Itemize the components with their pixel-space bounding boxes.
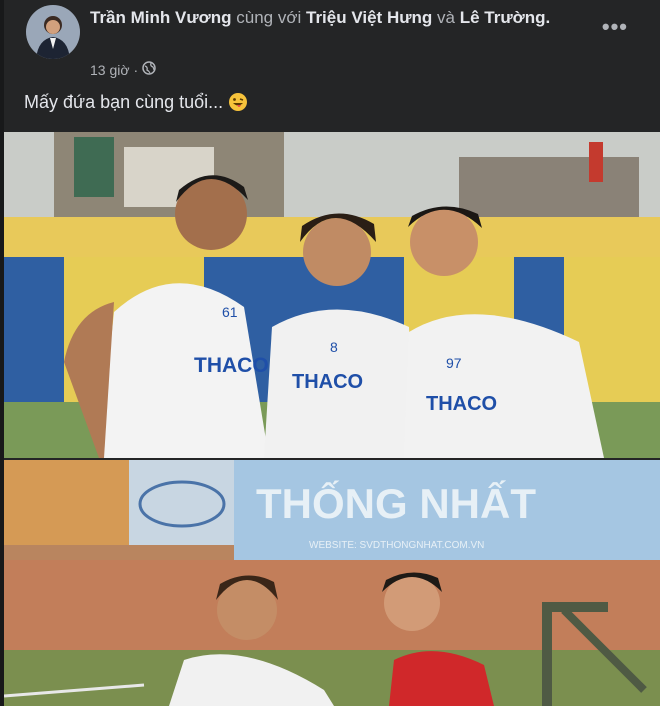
caption-text: Mấy đứa bạn cùng tuổi... bbox=[24, 92, 224, 112]
author-name[interactable]: Trần Minh Vương bbox=[90, 8, 232, 27]
svg-text:WEBSITE: SVDTHONGNHAT.COM.VN: WEBSITE: SVDTHONGNHAT.COM.VN bbox=[309, 540, 484, 551]
post-caption: Mấy đứa bạn cùng tuổi... bbox=[24, 92, 248, 117]
post-header: Trần Minh Vương cùng với Triệu Việt Hưng… bbox=[90, 6, 560, 30]
svg-text:8: 8 bbox=[330, 339, 338, 355]
svg-text:THACO: THACO bbox=[426, 393, 497, 415]
tagged-user-1[interactable]: Triệu Việt Hưng bbox=[306, 8, 432, 27]
photo-three-players[interactable]: THACO 61 THACO 8 THACO 97 bbox=[4, 132, 660, 458]
svg-text:THACO: THACO bbox=[194, 354, 269, 377]
photo-two-players[interactable]: THỐNG NHẤT WEBSITE: SVDTHONGNHAT.COM.VN bbox=[4, 460, 660, 706]
facebook-post: Trần Minh Vương cùng với Triệu Việt Hưng… bbox=[4, 0, 660, 706]
svg-text:97: 97 bbox=[446, 355, 462, 371]
svg-text:61: 61 bbox=[222, 304, 238, 320]
svg-text:THỐNG NHẤT: THỐNG NHẤT bbox=[256, 479, 536, 527]
more-options-icon[interactable]: ••• bbox=[602, 14, 628, 40]
meta-dot: · bbox=[133, 61, 139, 78]
post-meta: 13 giờ · bbox=[90, 61, 156, 78]
and-word: và bbox=[437, 8, 455, 27]
author-avatar[interactable] bbox=[26, 5, 80, 59]
post-time[interactable]: 13 giờ bbox=[90, 62, 130, 78]
with-word: cùng với bbox=[236, 8, 302, 27]
emoji-face-icon bbox=[228, 92, 248, 117]
svg-text:THACO: THACO bbox=[292, 371, 363, 393]
tagged-user-2[interactable]: Lê Trường. bbox=[460, 8, 551, 27]
globe-icon bbox=[142, 61, 156, 78]
